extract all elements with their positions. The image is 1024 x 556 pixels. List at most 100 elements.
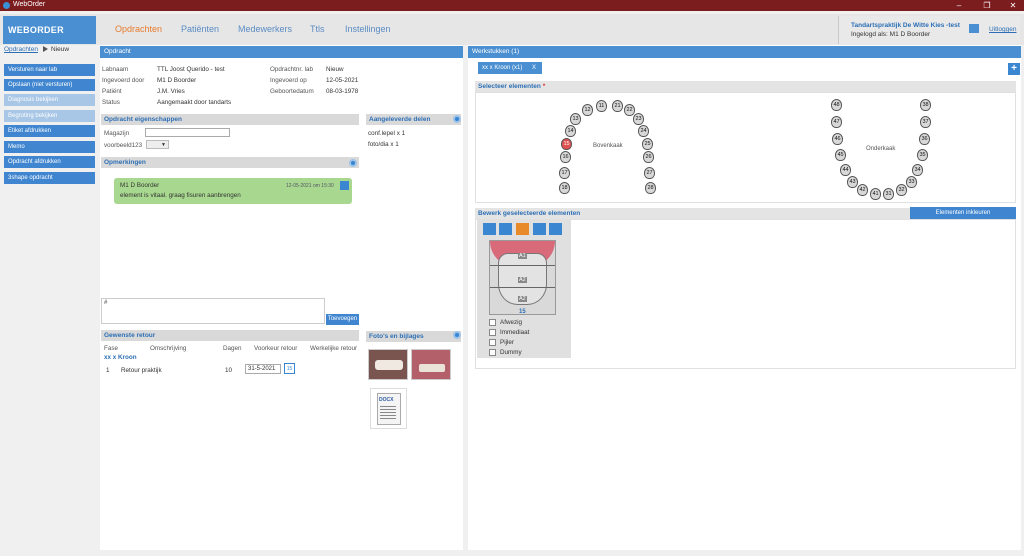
tooth-25[interactable]: 25 bbox=[642, 138, 653, 150]
tooth-24[interactable]: 24 bbox=[638, 125, 649, 137]
tooth-14[interactable]: 14 bbox=[565, 125, 576, 137]
nav-patienten[interactable]: Patiënten bbox=[181, 24, 219, 34]
tooth-27[interactable]: 27 bbox=[644, 167, 655, 179]
pijler-label: Pijler bbox=[500, 339, 514, 346]
aangeleverd-settings-icon[interactable] bbox=[453, 115, 461, 123]
tooth-13[interactable]: 13 bbox=[570, 113, 581, 125]
window-titlebar: WebOrder – ❐ ✕ bbox=[0, 0, 1024, 11]
aangeleverd-item: foto/dia x 1 bbox=[368, 141, 399, 148]
label-patient: Patiënt bbox=[102, 88, 122, 95]
nav-opdrachten[interactable]: Opdrachten bbox=[115, 24, 162, 34]
tooth-11[interactable]: 11 bbox=[596, 100, 607, 112]
tooth-47[interactable]: 47 bbox=[831, 116, 842, 128]
sidebar-begroting-button[interactable]: Begroting bekijken bbox=[4, 110, 95, 122]
fotos-settings-icon[interactable] bbox=[453, 331, 461, 339]
minimize-icon[interactable]: – bbox=[950, 0, 968, 11]
tooth-16[interactable]: 16 bbox=[560, 151, 571, 163]
tooth-31[interactable]: 31 bbox=[883, 188, 894, 200]
zone-a2-bottom[interactable]: A2 bbox=[518, 296, 527, 302]
tab-close-icon[interactable]: X bbox=[532, 62, 536, 74]
tooth-35[interactable]: 35 bbox=[917, 149, 928, 161]
zone-a2-mid[interactable]: A2 bbox=[518, 277, 527, 283]
voorkeur-retour-input[interactable]: 31-5-2021 bbox=[245, 364, 281, 374]
add-werkstuk-icon[interactable]: + bbox=[1008, 63, 1020, 75]
tooth-41[interactable]: 41 bbox=[870, 188, 881, 200]
label-opdrachtnr: Opdrachtnr. lab bbox=[270, 66, 314, 73]
nav-medewerkers[interactable]: Medewerkers bbox=[238, 24, 292, 34]
view-full-icon[interactable] bbox=[483, 223, 496, 235]
docx-attachment[interactable]: DOCX bbox=[370, 388, 407, 429]
add-comment-icon[interactable] bbox=[349, 159, 357, 167]
window-title: WebOrder bbox=[13, 1, 46, 8]
sidebar-afdrukken-button[interactable]: Opdracht afdrukken bbox=[4, 156, 95, 168]
elementen-inkleuren-button[interactable]: Elementen inkleuren bbox=[910, 207, 1016, 219]
sidebar-etiket-button[interactable]: Etiket afdrukken bbox=[4, 125, 95, 137]
tooth-44[interactable]: 44 bbox=[840, 164, 851, 176]
tab-kroon[interactable]: xx x Kroon (x1) X bbox=[478, 62, 542, 74]
aangeleverd-item: conf.lepel x 1 bbox=[368, 130, 406, 137]
sidebar-opslaan-button[interactable]: Opslaan (niet versturen) bbox=[4, 79, 95, 91]
col-omschrijving: Omschrijving bbox=[150, 345, 187, 352]
immediaat-checkbox[interactable] bbox=[489, 329, 496, 336]
breadcrumb-opdrachten[interactable]: Opdrachten bbox=[4, 46, 38, 53]
tooth-18[interactable]: 18 bbox=[559, 182, 570, 194]
edit-icon[interactable] bbox=[340, 181, 349, 190]
col-werkelijke: Werkelijke retour bbox=[310, 345, 358, 352]
magazijn-input[interactable] bbox=[145, 128, 230, 137]
tooth-36[interactable]: 36 bbox=[919, 133, 930, 145]
tooth-37[interactable]: 37 bbox=[920, 116, 931, 128]
user-icon[interactable] bbox=[969, 24, 979, 33]
dummy-checkbox[interactable] bbox=[489, 349, 496, 356]
zone-divider bbox=[490, 287, 555, 288]
zone-a1[interactable]: A1 bbox=[518, 253, 527, 259]
tooth-42[interactable]: 42 bbox=[857, 184, 868, 196]
tooth-38[interactable]: 38 bbox=[920, 99, 931, 111]
eigenschap-select[interactable]: ▼ bbox=[146, 140, 169, 149]
logout-link[interactable]: Uitloggen bbox=[989, 26, 1016, 33]
tooth-17[interactable]: 17 bbox=[559, 167, 570, 179]
col-dagen: Dagen bbox=[223, 345, 242, 352]
tooth-12[interactable]: 12 bbox=[582, 104, 593, 116]
calendar-icon[interactable]: 15 bbox=[284, 363, 295, 374]
sidebar-3shape-button[interactable]: 3shape opdracht bbox=[4, 172, 95, 184]
werkstukken-header: Werkstukken (1) bbox=[468, 46, 1021, 58]
maximize-icon[interactable]: ❐ bbox=[978, 0, 996, 11]
tooth-32[interactable]: 32 bbox=[896, 184, 907, 196]
photo-thumbnail[interactable] bbox=[368, 349, 408, 380]
tooth-46[interactable]: 46 bbox=[832, 133, 843, 145]
pijler-checkbox[interactable] bbox=[489, 339, 496, 346]
fotos-header: Foto's en bijlages bbox=[366, 331, 461, 342]
view-horizontal-icon[interactable] bbox=[499, 223, 512, 235]
tooth-15[interactable]: 15 bbox=[561, 138, 572, 150]
photo-thumbnail[interactable] bbox=[411, 349, 451, 380]
close-icon[interactable]: ✕ bbox=[1004, 0, 1022, 11]
nav-instellingen[interactable]: Instellingen bbox=[345, 24, 391, 34]
tooth-21[interactable]: 21 bbox=[612, 100, 623, 112]
sidebar-diagnosis-button[interactable]: Diagnosis bekijken bbox=[4, 94, 95, 106]
sidebar-memo-button[interactable]: Memo bbox=[4, 141, 95, 153]
view-thirds-icon[interactable] bbox=[516, 223, 529, 235]
tooth-34[interactable]: 34 bbox=[912, 164, 923, 176]
afwezig-checkbox[interactable] bbox=[489, 319, 496, 326]
tooth-26[interactable]: 26 bbox=[643, 151, 654, 163]
comment-author: M1 D Boorder bbox=[120, 182, 160, 189]
sidebar-versturen-button[interactable]: Versturen naar lab bbox=[4, 64, 95, 76]
tooth-33[interactable]: 33 bbox=[906, 176, 917, 188]
tooth-48[interactable]: 48 bbox=[831, 99, 842, 111]
comment-text: element is vitaal. graag fisuren aanbren… bbox=[120, 192, 241, 199]
toevoegen-button[interactable]: Toevoegen bbox=[326, 314, 359, 325]
tooth-23[interactable]: 23 bbox=[633, 113, 644, 125]
comment-input[interactable]: # bbox=[101, 298, 325, 324]
eigenschap-select-label: voorbeeld123 bbox=[104, 142, 143, 149]
value-labnaam: TTL Joost Querido - test bbox=[157, 66, 225, 73]
tooth-45[interactable]: 45 bbox=[835, 149, 846, 161]
tooth-28[interactable]: 28 bbox=[645, 182, 656, 194]
tooth-editor[interactable]: A1 A2 A2 bbox=[489, 240, 556, 315]
value-geboortedatum: 08-03-1978 bbox=[326, 88, 359, 95]
required-marker: * bbox=[542, 83, 546, 90]
retour-header: Gewenste retour bbox=[101, 330, 359, 341]
tooth-43[interactable]: 43 bbox=[847, 176, 858, 188]
view-grid-icon[interactable] bbox=[549, 223, 562, 235]
view-vertical-icon[interactable] bbox=[533, 223, 546, 235]
nav-ttls[interactable]: Ttls bbox=[310, 24, 325, 34]
